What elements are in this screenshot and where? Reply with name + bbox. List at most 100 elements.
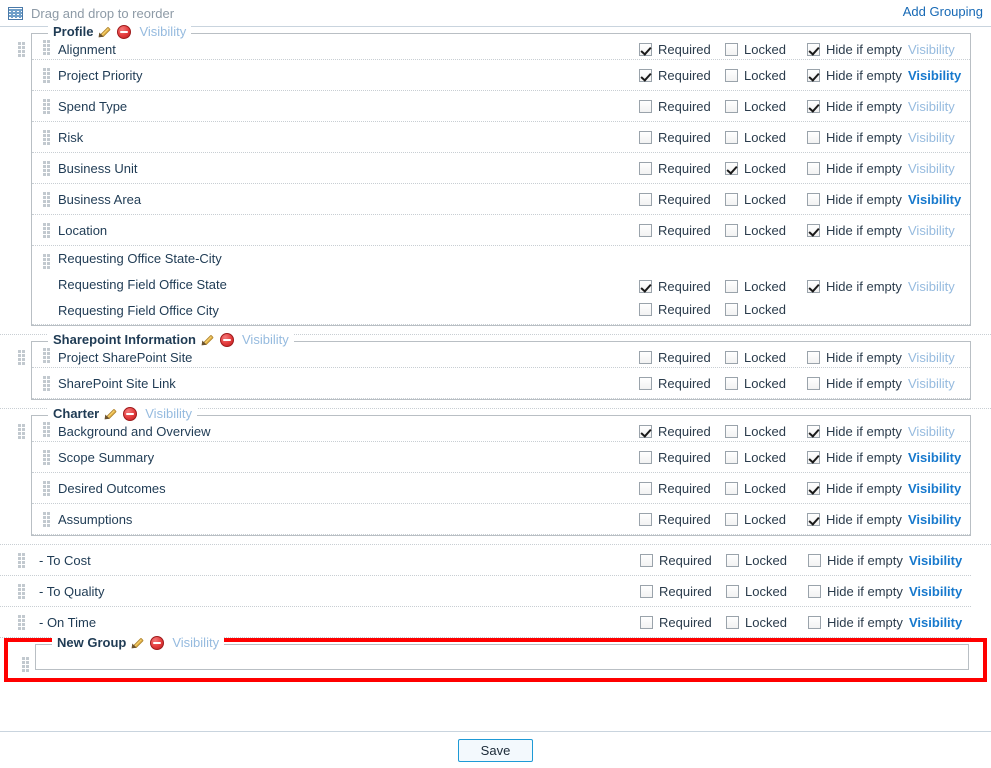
hide-if-empty-checkbox-box[interactable] [807,192,820,206]
required-checkbox[interactable]: Required [639,99,725,114]
locked-checkbox[interactable]: Locked [725,192,807,207]
hide-if-empty-checkbox-box[interactable] [807,481,820,495]
locked-checkbox[interactable]: Locked [725,42,807,57]
field-drag-handle-icon[interactable] [43,222,50,238]
visibility-link[interactable]: Visibility [908,279,970,294]
visibility-link[interactable]: Visibility [908,481,970,496]
group-drag-handle-icon[interactable] [18,424,25,439]
locked-checkbox[interactable]: Locked [726,553,808,568]
hide-if-empty-checkbox-box[interactable] [807,280,820,293]
hide-if-empty-checkbox[interactable]: Hide if empty [807,192,908,207]
required-checkbox[interactable]: Required [640,615,726,630]
field-row[interactable]: Location Required Locked Hide if empty Visib… [32,215,970,246]
hide-if-empty-checkbox[interactable]: Hide if empty [808,553,909,568]
required-checkbox[interactable]: Required [639,223,725,238]
field-row[interactable]: Business Area Required Locked Hide if empty… [32,184,970,215]
locked-checkbox-box[interactable] [726,615,739,629]
field-row[interactable]: Risk Required Locked Hide if empty Visibilit… [32,122,970,153]
visibility-link[interactable]: Visibility [909,615,971,630]
add-grouping-link[interactable]: Add Grouping [903,4,983,19]
required-checkbox-box[interactable] [639,280,652,293]
required-checkbox-box[interactable] [639,99,652,113]
locked-checkbox[interactable]: Locked [725,424,807,439]
field-row[interactable]: Desired Outcomes Required Locked Hide if em… [32,473,970,504]
hide-if-empty-checkbox[interactable]: Hide if empty [808,615,909,630]
locked-checkbox-box[interactable] [725,130,738,144]
required-checkbox-box[interactable] [639,68,652,82]
required-checkbox-box[interactable] [639,425,652,438]
locked-checkbox-box[interactable] [725,99,738,113]
locked-checkbox[interactable]: Locked [725,223,807,238]
locked-checkbox[interactable]: Locked [725,68,807,83]
locked-checkbox[interactable]: Locked [725,481,807,496]
pencil-icon[interactable] [102,407,118,422]
ungrouped-field-row[interactable]: - To Quality Required Locked Hide if empty V… [0,576,971,607]
field-drag-handle-icon[interactable] [43,375,50,391]
hide-if-empty-checkbox-box[interactable] [807,161,820,175]
field-drag-handle-icon[interactable] [43,254,50,269]
locked-checkbox[interactable]: Locked [725,302,807,317]
locked-checkbox-box[interactable] [726,553,739,567]
required-checkbox[interactable]: Required [639,279,725,294]
delete-circle-icon[interactable] [150,636,165,650]
field-row[interactable]: Spend Type Required Locked Hide if empty Vis… [32,91,970,122]
visibility-link[interactable]: Visibility [908,42,970,57]
locked-checkbox-box[interactable] [726,584,739,598]
required-checkbox-box[interactable] [640,553,653,567]
hide-if-empty-checkbox[interactable]: Hide if empty [807,223,908,238]
hide-if-empty-checkbox-box[interactable] [807,43,820,56]
field-drag-handle-icon[interactable] [43,98,50,114]
locked-checkbox[interactable]: Locked [725,512,807,527]
hide-if-empty-checkbox[interactable]: Hide if empty [807,481,908,496]
locked-checkbox-box[interactable] [725,376,738,390]
required-checkbox-box[interactable] [640,584,653,598]
locked-checkbox[interactable]: Locked [726,584,808,599]
locked-checkbox[interactable]: Locked [725,279,807,294]
required-checkbox[interactable]: Required [639,424,725,439]
required-checkbox[interactable]: Required [639,42,725,57]
hide-if-empty-checkbox-box[interactable] [807,450,820,464]
field-drag-handle-icon[interactable] [43,511,50,527]
locked-checkbox-box[interactable] [725,161,738,175]
pencil-icon[interactable] [199,333,215,348]
visibility-link[interactable]: Visibility [908,376,970,391]
visibility-link[interactable]: Visibility [908,68,970,83]
locked-checkbox-box[interactable] [725,303,738,316]
delete-circle-icon[interactable] [117,25,132,39]
visibility-link[interactable]: Visibility [145,407,192,421]
locked-checkbox-box[interactable] [725,425,738,438]
field-drag-handle-icon[interactable] [43,449,50,465]
hide-if-empty-checkbox-box[interactable] [807,99,820,113]
group-drag-handle-icon[interactable] [22,657,29,672]
required-checkbox[interactable]: Required [640,584,726,599]
required-checkbox[interactable]: Required [639,450,725,465]
required-checkbox-box[interactable] [639,512,652,526]
locked-checkbox-box[interactable] [725,223,738,237]
field-drag-handle-icon[interactable] [43,160,50,176]
hide-if-empty-checkbox[interactable]: Hide if empty [807,161,908,176]
required-checkbox[interactable]: Required [639,350,725,365]
required-checkbox[interactable]: Required [639,192,725,207]
locked-checkbox[interactable]: Locked [725,99,807,114]
hide-if-empty-checkbox[interactable]: Hide if empty [807,42,908,57]
field-row[interactable]: Assumptions Required Locked Hide if empty Vi… [32,504,970,535]
field-drag-handle-icon[interactable] [43,480,50,496]
hide-if-empty-checkbox-box[interactable] [808,615,821,629]
visibility-link[interactable]: Visibility [908,450,970,465]
hide-if-empty-checkbox-box[interactable] [807,512,820,526]
locked-checkbox-box[interactable] [725,68,738,82]
hide-if-empty-checkbox-box[interactable] [808,553,821,567]
locked-checkbox[interactable]: Locked [725,376,807,391]
locked-checkbox-box[interactable] [725,450,738,464]
hide-if-empty-checkbox[interactable]: Hide if empty [807,424,908,439]
locked-checkbox-box[interactable] [725,351,738,364]
locked-checkbox-box[interactable] [725,192,738,206]
locked-checkbox-box[interactable] [725,481,738,495]
required-checkbox-box[interactable] [639,376,652,390]
visibility-link[interactable]: Visibility [908,512,970,527]
hide-if-empty-checkbox[interactable]: Hide if empty [807,512,908,527]
hide-if-empty-checkbox[interactable]: Hide if empty [808,584,909,599]
hide-if-empty-checkbox[interactable]: Hide if empty [807,68,908,83]
required-checkbox-box[interactable] [639,43,652,56]
field-drag-handle-icon[interactable] [18,552,25,568]
